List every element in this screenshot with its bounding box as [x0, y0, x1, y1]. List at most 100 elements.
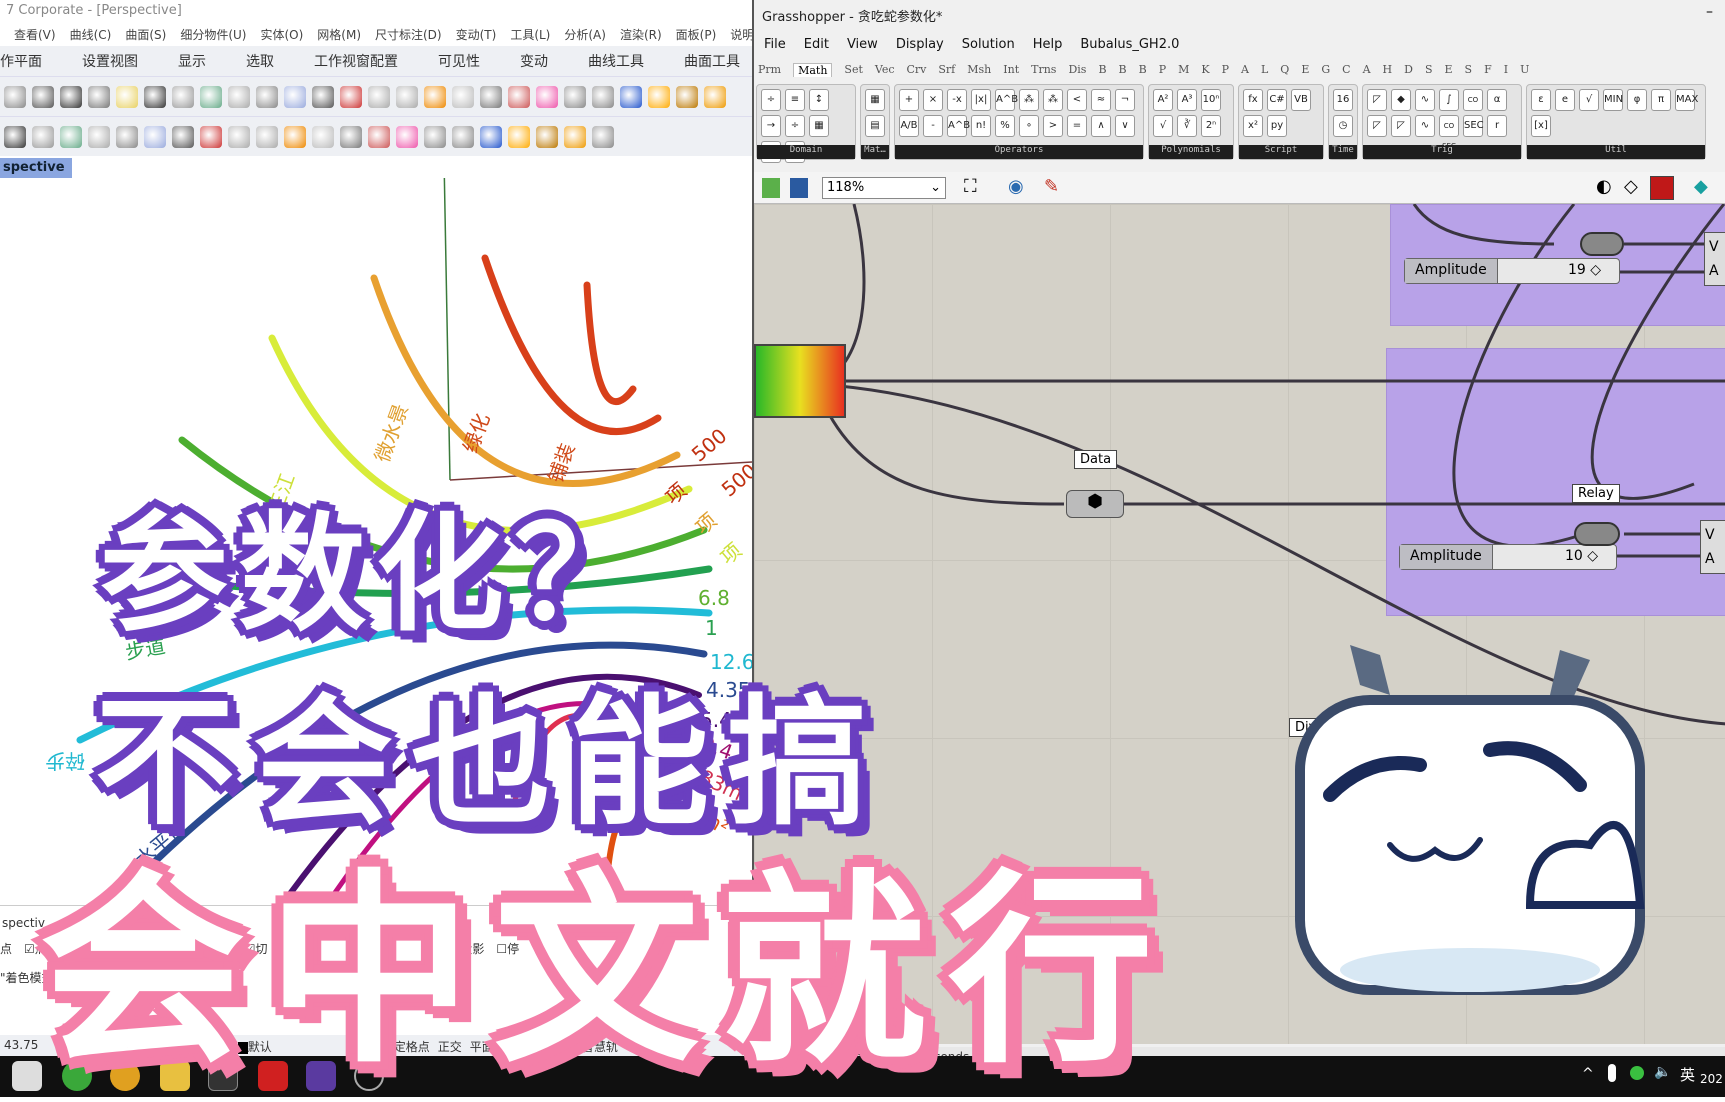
gh-tab[interactable]: B — [1119, 63, 1127, 77]
toolbar-tool-icon[interactable] — [144, 85, 166, 108]
component-icon[interactable]: → — [761, 115, 781, 137]
toolbar-tool-icon[interactable] — [424, 85, 446, 108]
sketch-icon[interactable]: ✎ — [1044, 176, 1059, 197]
gh-tab[interactable]: H — [1383, 63, 1393, 77]
component-icon[interactable]: CO TAN — [1463, 89, 1483, 124]
component-icon[interactable]: A^B — [995, 89, 1018, 111]
menu-item[interactable]: 分析(A) — [564, 26, 606, 46]
component-icon[interactable]: A³ — [1177, 89, 1197, 111]
toolbar-tool-icon[interactable] — [480, 85, 502, 108]
component-icon[interactable]: √ — [1153, 115, 1173, 137]
menu-item[interactable]: 查看(V) — [14, 26, 56, 46]
tab[interactable]: 显示 — [158, 51, 226, 71]
component-icon[interactable]: ∿ — [1415, 89, 1435, 111]
wechat-icon[interactable] — [1630, 1066, 1644, 1080]
component-icon[interactable]: e — [1555, 89, 1575, 111]
component-icon[interactable]: C# — [1267, 89, 1287, 111]
menu-item[interactable]: 说明(H) — [730, 26, 752, 46]
component-icon[interactable]: 16 — [1333, 89, 1353, 111]
toolbar-tool-icon[interactable] — [60, 125, 82, 148]
gh-tab[interactable]: Math — [793, 63, 833, 77]
toolbar-tool-icon[interactable] — [228, 125, 250, 148]
save-file-icon[interactable] — [790, 178, 808, 198]
gh-tab[interactable]: Crv — [907, 63, 927, 77]
toolbar-tool-icon[interactable] — [452, 125, 474, 148]
toolbar-tool-icon[interactable] — [424, 125, 446, 148]
clock[interactable]: 202 — [1700, 1072, 1723, 1086]
gh-tab[interactable]: Q — [1280, 63, 1289, 77]
component-icon[interactable]: -x — [947, 89, 967, 111]
toolbar-tool-icon[interactable] — [172, 85, 194, 108]
toolbar-tool-icon[interactable] — [592, 85, 614, 108]
wireframe-preview-icon[interactable]: ◇ — [1624, 176, 1638, 197]
component-icon[interactable]: ▦ — [809, 115, 829, 137]
menu-item[interactable]: 尺寸标注(D) — [375, 26, 442, 46]
gh-tab[interactable]: F — [1484, 63, 1492, 77]
menu-item[interactable]: View — [847, 37, 878, 52]
toolbar-tool-icon[interactable] — [4, 85, 26, 108]
menu-item[interactable]: Help — [1033, 37, 1063, 52]
toolbar-tool-icon[interactable] — [88, 85, 110, 108]
component-icon[interactable]: 2ⁿ — [1201, 115, 1221, 137]
menu-item[interactable]: Solution — [962, 37, 1015, 52]
gh-tab[interactable]: D — [1404, 63, 1413, 77]
gh-tab[interactable]: Srf — [938, 63, 955, 77]
component-icon[interactable]: × — [923, 89, 943, 111]
component-icon[interactable]: A² — [1153, 89, 1173, 111]
gh-tab[interactable]: Prm — [758, 63, 781, 77]
component-icon[interactable]: ◷ — [1333, 115, 1353, 137]
tab[interactable]: 曲线工具 — [568, 51, 664, 71]
toolbar-tool-icon[interactable] — [4, 125, 26, 148]
toolbar-tool-icon[interactable] — [452, 85, 474, 108]
tray-expand-icon[interactable]: ^ — [1582, 1066, 1594, 1082]
toolbar-tool-icon[interactable] — [200, 125, 222, 148]
component-icon[interactable]: > — [1043, 115, 1063, 137]
tab[interactable]: 曲面工具 — [664, 51, 752, 71]
component-icon[interactable]: ∿ — [1415, 115, 1435, 137]
menu-item[interactable]: Bubalus_GH2.0 — [1080, 37, 1179, 52]
gh-tab[interactable]: Set — [844, 63, 862, 77]
gh-tab[interactable]: A — [1363, 63, 1371, 77]
toolbar-tool-icon[interactable] — [676, 85, 698, 108]
component-icon[interactable]: ∨ — [1115, 115, 1135, 137]
menu-item[interactable]: 细分物件(U) — [180, 26, 246, 46]
toolbar-tool-icon[interactable] — [368, 125, 390, 148]
preview-eye-icon[interactable]: ◉ — [1008, 176, 1024, 197]
component-icon[interactable]: ▤ — [865, 115, 885, 137]
component-icon[interactable]: fx — [1243, 89, 1263, 111]
component-icon[interactable]: ¬ — [1115, 89, 1135, 111]
component-icon[interactable]: - — [923, 115, 943, 137]
toolbar-tool-icon[interactable] — [144, 125, 166, 148]
toolbar-tool-icon[interactable] — [284, 125, 306, 148]
shaded-preview-icon[interactable] — [1650, 176, 1674, 200]
menu-item[interactable]: 实体(O) — [260, 26, 303, 46]
toolbar-tool-icon[interactable] — [312, 125, 334, 148]
gh-tab[interactable]: M — [1178, 63, 1189, 77]
toolbar-tool-icon[interactable] — [368, 85, 390, 108]
component-icon[interactable]: ÷ — [761, 89, 781, 111]
component-icon[interactable]: A^B — [947, 115, 970, 137]
component-icon[interactable]: ◸ — [1367, 89, 1387, 111]
gh-tab[interactable]: Dis — [1068, 63, 1086, 77]
amplitude-slider[interactable]: Amplitude 19 ◇ — [1404, 258, 1620, 284]
gradient-component[interactable] — [754, 344, 846, 418]
component-icon[interactable]: n! — [971, 115, 991, 137]
tab[interactable]: 工作视窗配置 — [294, 51, 418, 71]
component-icon[interactable]: |x| — [971, 89, 991, 111]
component-icon[interactable]: ⁂ — [1019, 89, 1039, 111]
component-icon[interactable]: ε — [1531, 89, 1551, 111]
ime-indicator[interactable]: 英 — [1680, 1064, 1695, 1085]
component-inputs[interactable]: VA — [1704, 232, 1725, 286]
menu-item[interactable]: 曲线(C) — [70, 26, 112, 46]
toolbar-tool-icon[interactable] — [228, 85, 250, 108]
component-icon[interactable]: ◸ — [1367, 115, 1387, 137]
osnap-item[interactable]: 点 — [0, 940, 12, 957]
gh-tab[interactable]: B — [1139, 63, 1147, 77]
toolbar-tool-icon[interactable] — [536, 125, 558, 148]
app-panda-icon[interactable] — [12, 1061, 42, 1091]
component-icon[interactable]: A/B — [899, 115, 919, 137]
toolbar-tool-icon[interactable] — [340, 125, 362, 148]
toolbar-tool-icon[interactable] — [32, 125, 54, 148]
component-icon[interactable]: α — [1487, 89, 1507, 111]
tab[interactable]: 选取 — [226, 51, 294, 71]
